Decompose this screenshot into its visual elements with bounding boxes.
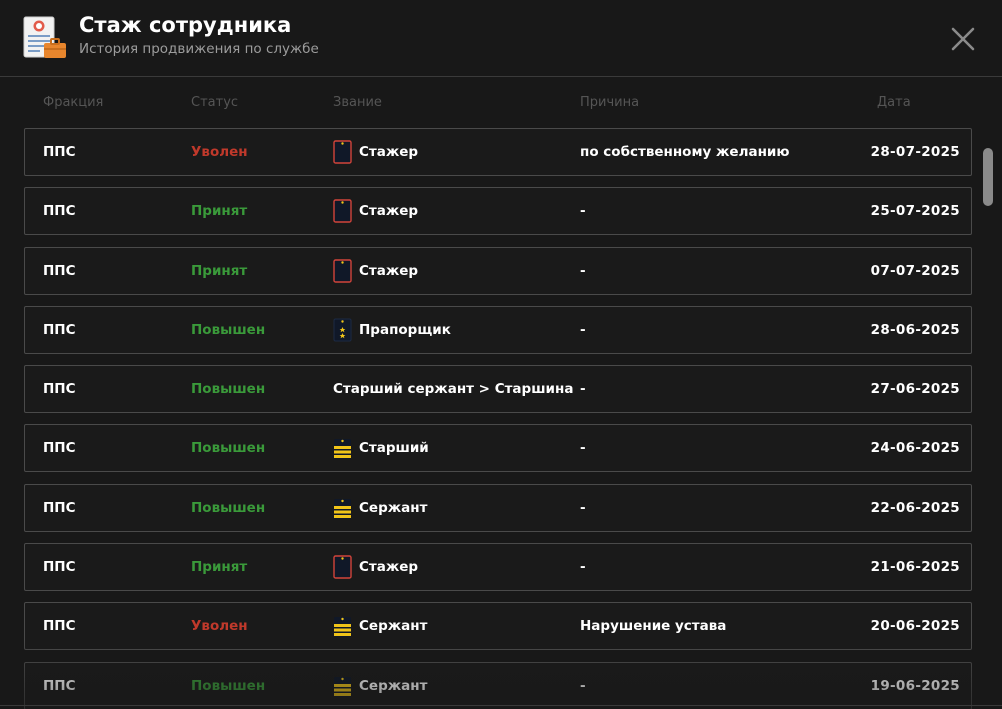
rank-cell: Сержант (333, 485, 427, 531)
trainee-epaulette-icon (333, 258, 352, 283)
window-title: Стаж сотрудника (79, 13, 292, 37)
faction-cell: ППС (43, 499, 76, 516)
table-row: ППС Уволен Стажер по собственному желанию 28… (24, 128, 972, 176)
date-cell: 25-07-2025 (870, 203, 960, 220)
trainee-epaulette-icon (333, 555, 352, 579)
date-cell: 27-06-2025 (870, 381, 960, 398)
rank-label: Сержант (359, 499, 428, 516)
rank-label: Сержант (359, 677, 428, 694)
reason-cell: - (580, 440, 586, 457)
faction-cell: ППС (43, 618, 76, 635)
column-header-reason: Причина (580, 95, 640, 110)
rank-label: Стажер (359, 262, 419, 279)
rank-label: Сержант (359, 618, 428, 635)
column-header-faction: Фракция (43, 95, 104, 110)
reason-cell: - (580, 203, 586, 220)
document-icon (23, 16, 66, 58)
rank-cell: Сержант (333, 663, 427, 709)
faction-cell: ППС (43, 381, 76, 398)
window-subtitle: История продвижения по службе (79, 41, 319, 57)
rank-label: Старший (359, 440, 429, 457)
table-row: ППС Повышен Старший - 24-06-2025 (24, 424, 972, 473)
rank-cell: Стажер (333, 248, 418, 294)
rank-label: Прапорщик (359, 321, 451, 338)
table-row: ППС Повышен Старший сержант > Старшина - 27-… (24, 365, 972, 414)
reason-cell: - (580, 677, 586, 694)
trainee-epaulette-icon (333, 199, 352, 223)
faction-cell: ППС (43, 321, 76, 338)
faction-cell: ППС (43, 677, 76, 694)
faction-cell: ППС (43, 440, 76, 457)
rank-cell: Старший сержант > Старшина (333, 366, 573, 412)
date-cell: 19-06-2025 (870, 677, 960, 694)
date-cell: 20-06-2025 (870, 618, 960, 635)
rank-cell: Прапорщик (333, 307, 451, 353)
faction-cell: ППС (43, 559, 76, 576)
column-header-date: Дата (877, 95, 911, 110)
reason-cell: по собственному желанию (580, 144, 790, 160)
rank-cell: Старший (333, 425, 429, 471)
history-table-body: ППС Уволен Стажер по собственному желанию 28… (24, 128, 972, 709)
reason-cell: - (580, 499, 586, 516)
sergeant-epaulette-icon (334, 617, 351, 638)
date-cell: 22-06-2025 (870, 499, 960, 516)
date-cell: 28-06-2025 (870, 321, 960, 338)
close-icon[interactable] (948, 24, 978, 54)
status-cell: Уволен (191, 144, 248, 160)
faction-cell: ППС (43, 262, 76, 279)
status-cell: Повышен (191, 381, 266, 398)
window-header: Стаж сотрудника История продвижения по с… (0, 0, 1002, 77)
status-cell: Повышен (191, 499, 266, 516)
faction-cell: ППС (43, 144, 76, 160)
sergeant-epaulette-icon (334, 498, 351, 519)
reason-cell: - (580, 262, 586, 279)
status-cell: Повышен (191, 677, 266, 694)
reason-cell: - (580, 559, 586, 576)
rank-cell: Стажер (333, 129, 418, 175)
column-header-rank: Звание (333, 95, 382, 110)
reason-cell: - (580, 321, 586, 338)
date-cell: 21-06-2025 (870, 559, 960, 576)
status-cell: Принят (191, 203, 248, 220)
table-header: Фракция Статус Звание Причина Дата (0, 92, 1002, 114)
rank-label: Стажер (359, 203, 419, 220)
bottom-divider (0, 705, 1002, 706)
reason-cell: Нарушение устава (580, 618, 727, 635)
rank-label: Стажер (359, 144, 419, 160)
ensign-epaulette-icon (333, 318, 352, 342)
reason-cell: - (580, 381, 586, 398)
rank-cell: Сержант (333, 603, 427, 649)
table-row: ППС Принят Стажер - 07-07-2025 (24, 246, 972, 295)
table-row: ППС Уволен Сержант Нарушение устава 20-06-20… (24, 602, 972, 651)
column-header-status: Статус (191, 95, 239, 110)
sergeant-epaulette-icon (334, 676, 351, 697)
table-row: ППС Повышен Прапорщик - 28-06-2025 (24, 305, 972, 354)
table-row: ППС Повышен Сержант - 22-06-2025 (24, 483, 972, 532)
status-cell: Принят (191, 262, 248, 279)
faction-cell: ППС (43, 203, 76, 220)
date-cell: 24-06-2025 (870, 440, 960, 457)
status-cell: Уволен (191, 618, 248, 635)
rank-cell: Стажер (333, 188, 418, 234)
service-history-window: Стаж сотрудника История продвижения по с… (0, 0, 1002, 709)
status-cell: Принят (191, 559, 248, 576)
table-row: ППС Принят Стажер - 21-06-2025 (24, 543, 972, 592)
scrollbar-thumb[interactable] (983, 148, 993, 206)
rank-label: Старший сержант > Старшина (333, 381, 574, 398)
rank-label: Стажер (359, 559, 419, 576)
table-row: ППС Повышен Сержант - 19-06-2025 (24, 661, 972, 709)
date-cell: 07-07-2025 (870, 262, 960, 279)
date-cell: 28-07-2025 (870, 144, 960, 160)
status-cell: Повышен (191, 321, 266, 338)
trainee-epaulette-icon (333, 140, 352, 164)
rank-cell: Стажер (333, 544, 418, 590)
sergeant-epaulette-icon (334, 439, 351, 460)
table-row: ППС Принят Стажер - 25-07-2025 (24, 187, 972, 236)
status-cell: Повышен (191, 440, 266, 457)
